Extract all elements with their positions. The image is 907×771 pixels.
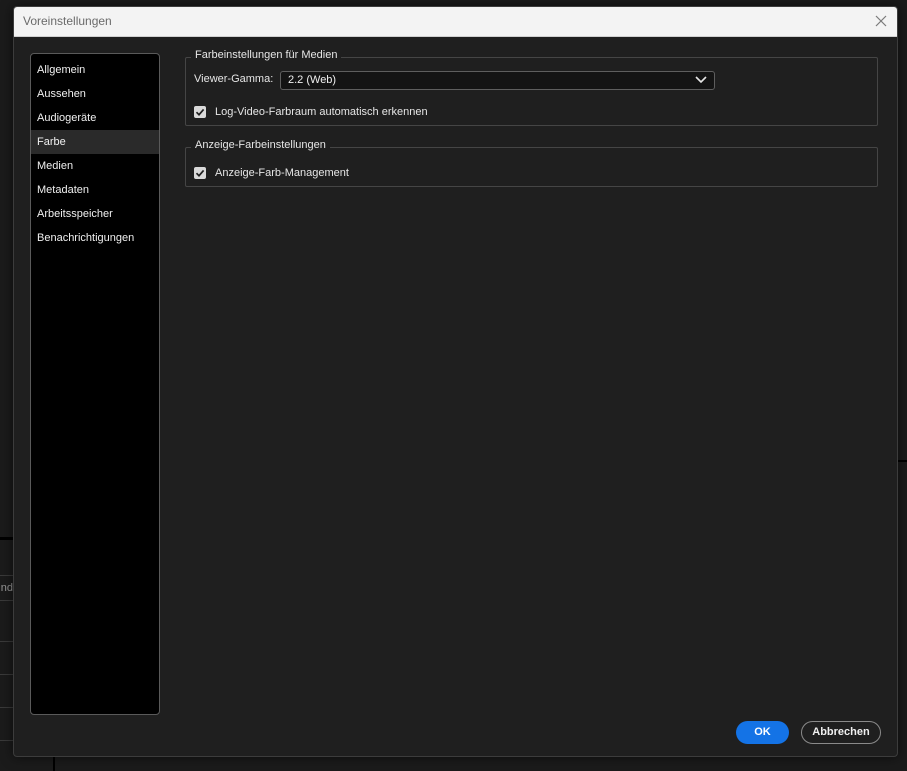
sidebar-item-benachrichtigungen[interactable]: Benachrichtigungen <box>31 226 159 250</box>
log-video-colorspace-label: Log-Video-Farbraum automatisch erkennen <box>215 106 428 118</box>
close-button[interactable] <box>871 11 891 31</box>
sidebar-item-aussehen[interactable]: Aussehen <box>31 82 159 106</box>
background-row <box>0 707 13 741</box>
window-title: Voreinstellungen <box>23 14 112 28</box>
category-sidebar: Allgemein Aussehen Audiogeräte Farbe Med… <box>30 53 160 715</box>
media-color-settings-group: Farbeinstellungen für Medien Viewer-Gamm… <box>185 49 878 126</box>
display-color-management-checkbox[interactable] <box>194 167 206 179</box>
viewer-gamma-select[interactable]: 2.2 (Web) <box>280 71 715 90</box>
viewer-gamma-label: Viewer-Gamma: <box>194 73 274 85</box>
close-icon <box>875 15 887 27</box>
background-clipped-text: nd <box>0 582 13 594</box>
viewer-gamma-value: 2.2 (Web) <box>288 74 337 86</box>
cancel-button[interactable]: Abbrechen <box>801 721 881 744</box>
display-color-settings-group: Anzeige-Farbeinstellungen Anzeige-Farb-M… <box>185 139 878 187</box>
display-color-management-label: Anzeige-Farb-Management <box>215 167 349 179</box>
background-divider <box>53 755 55 771</box>
sidebar-item-allgemein[interactable]: Allgemein <box>31 58 159 82</box>
preferences-dialog: Voreinstellungen Allgemein Aussehen Audi… <box>13 6 898 757</box>
ok-button[interactable]: OK <box>736 721 789 744</box>
sidebar-item-farbe[interactable]: Farbe <box>31 130 159 154</box>
checkmark-icon <box>195 169 205 177</box>
checkmark-icon <box>195 108 205 116</box>
log-video-colorspace-checkbox[interactable] <box>194 106 206 118</box>
background-row <box>0 641 13 675</box>
sidebar-item-medien[interactable]: Medien <box>31 154 159 178</box>
sidebar-item-metadaten[interactable]: Metadaten <box>31 178 159 202</box>
title-bar: Voreinstellungen <box>14 7 897 37</box>
sidebar-item-audiogeraete[interactable]: Audiogeräte <box>31 106 159 130</box>
category-list: Allgemein Aussehen Audiogeräte Farbe Med… <box>31 58 159 250</box>
media-color-settings-legend: Farbeinstellungen für Medien <box>191 49 342 61</box>
display-color-settings-legend: Anzeige-Farbeinstellungen <box>191 139 330 151</box>
sidebar-item-arbeitsspeicher[interactable]: Arbeitsspeicher <box>31 202 159 226</box>
chevron-down-icon <box>695 76 707 84</box>
background-divider <box>0 537 13 540</box>
